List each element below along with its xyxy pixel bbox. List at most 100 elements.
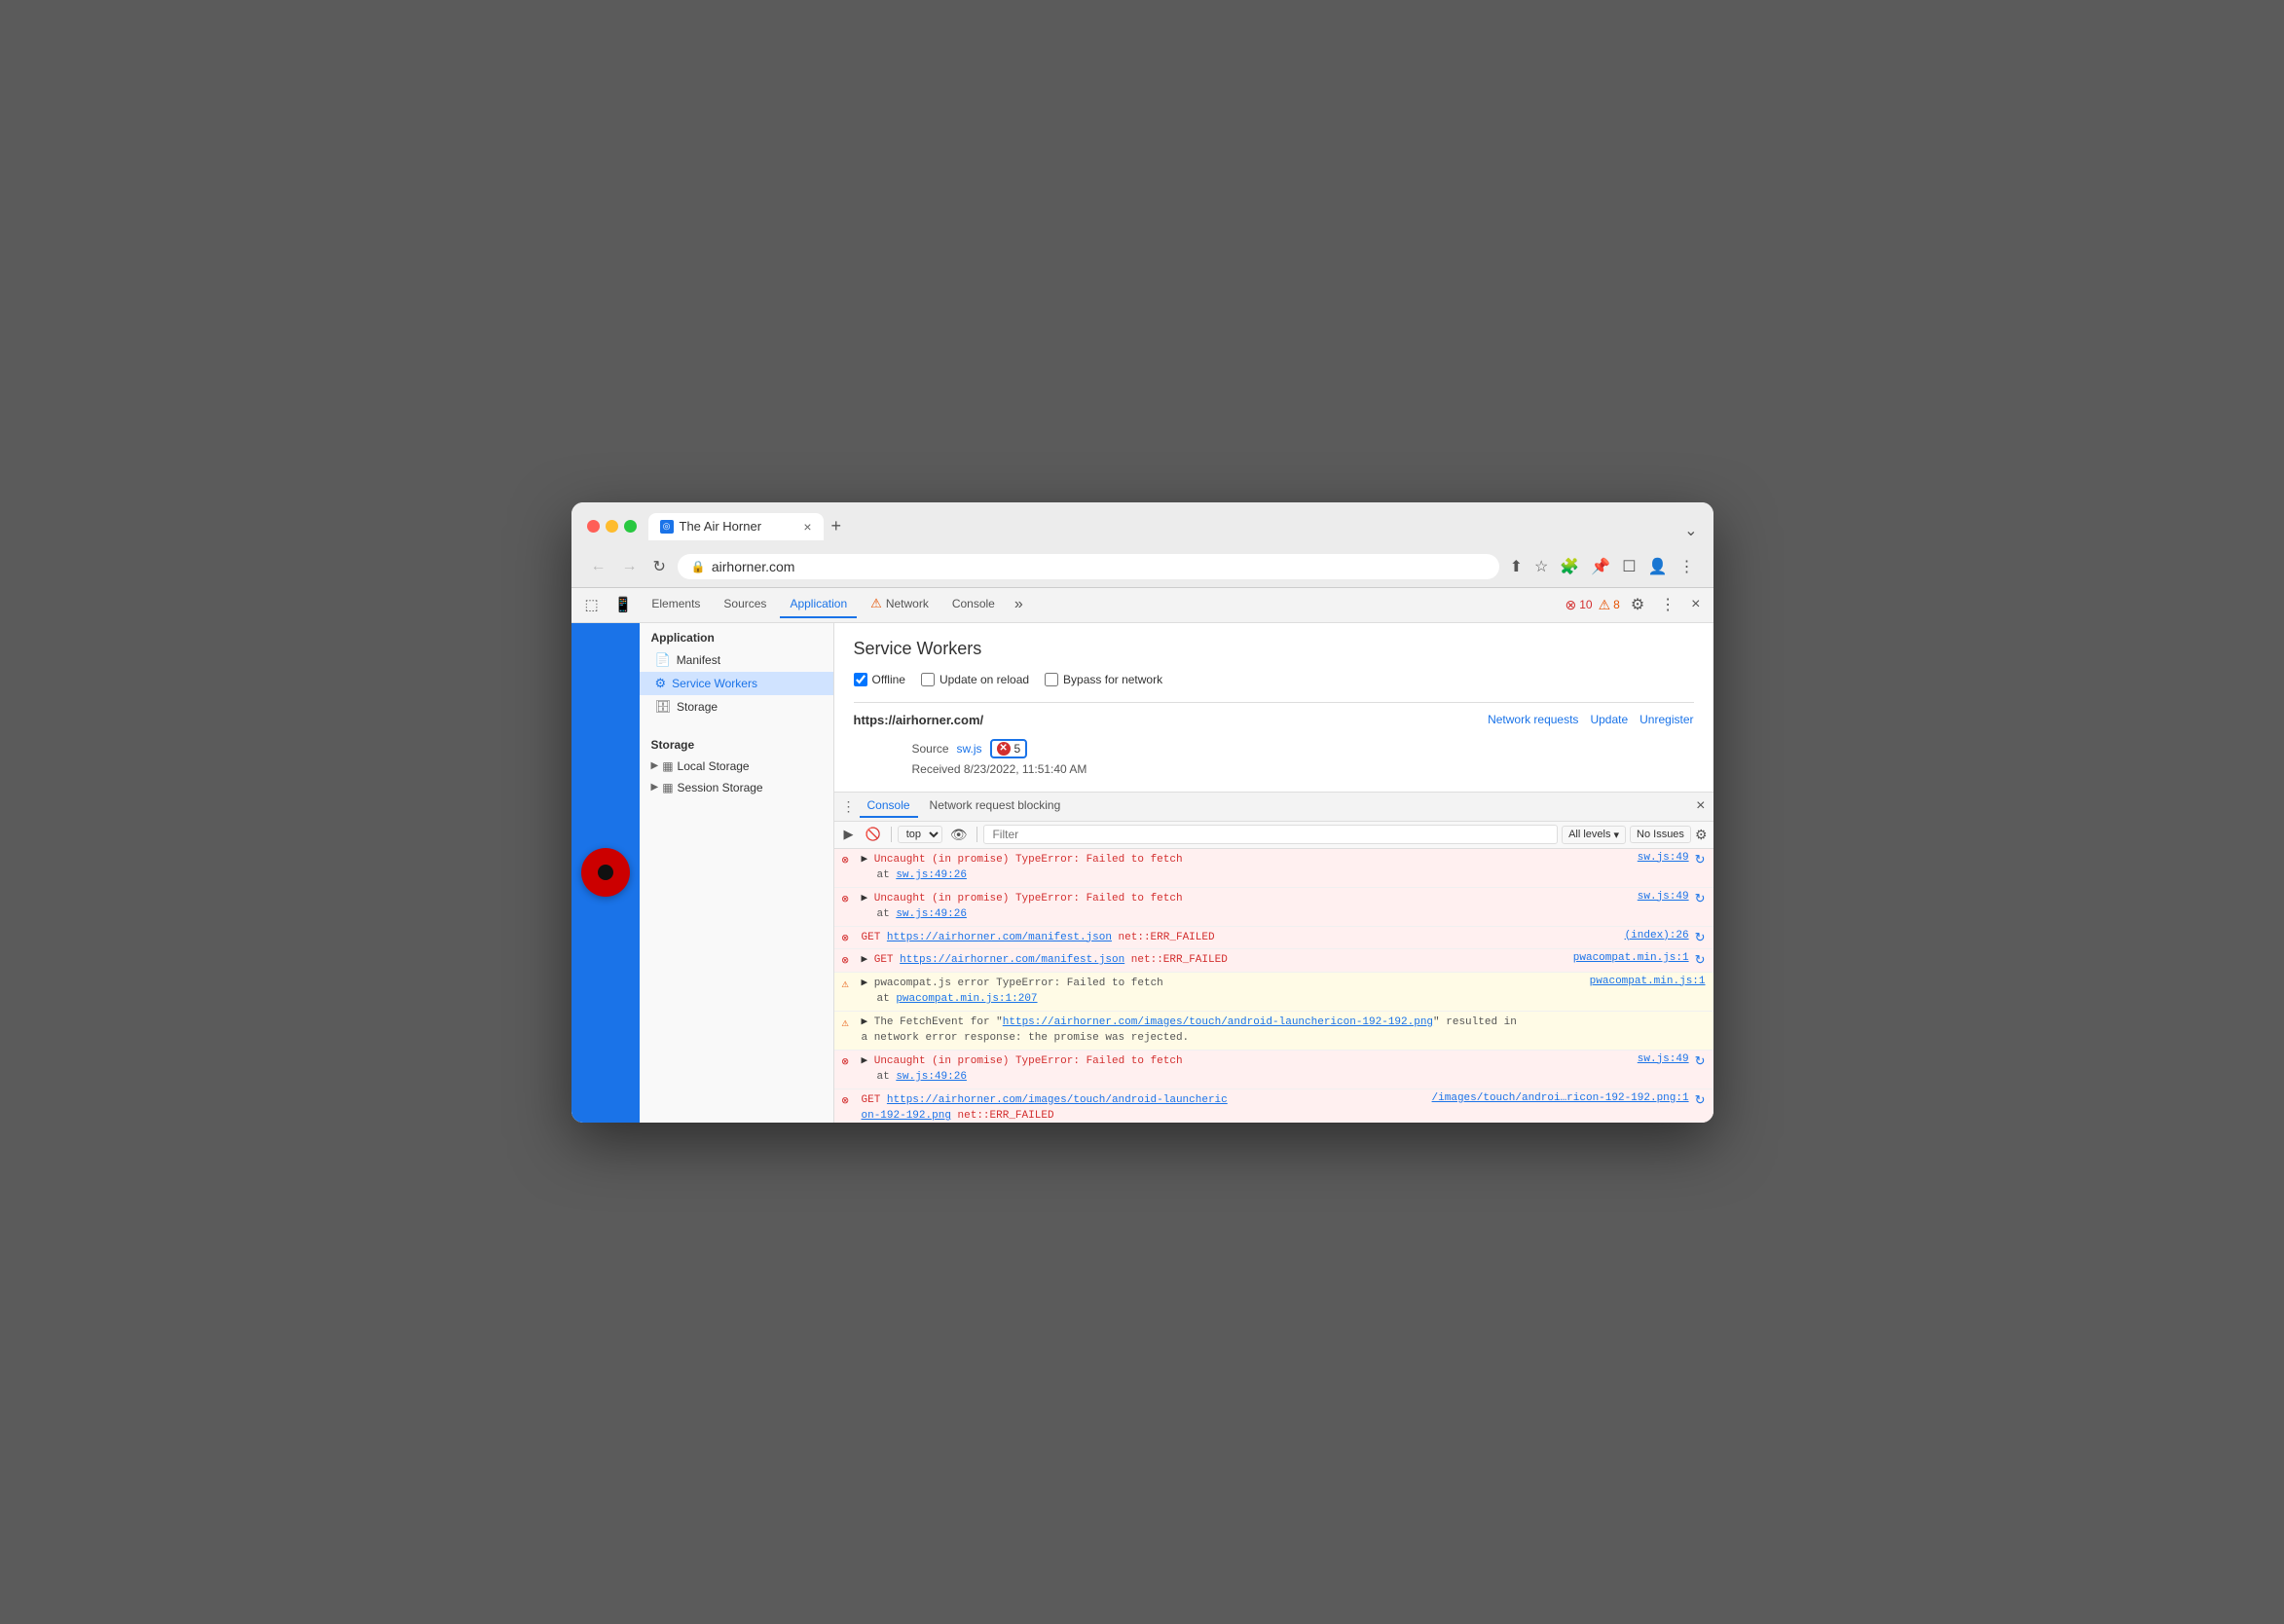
sw-error-badge-box[interactable]: ✕ 5 xyxy=(990,739,1028,758)
sidebar-item-manifest[interactable]: 📄 Manifest xyxy=(640,648,833,672)
browser-action-buttons: ⬆ ☆ 🧩 📌 ☐ 👤 ⋮ xyxy=(1507,554,1698,579)
console-tab-console[interactable]: Console xyxy=(860,794,918,818)
offline-checkbox[interactable] xyxy=(854,673,867,686)
log-source-link[interactable]: (index):26 xyxy=(1625,930,1689,941)
console-tab-network-blocking[interactable]: Network request blocking xyxy=(922,794,1069,818)
devtools-main-area: Application 📄 Manifest ⚙ Service Workers… xyxy=(571,623,1713,1123)
sidebar-item-service-workers[interactable]: ⚙ Service Workers xyxy=(640,672,833,695)
console-clear-button[interactable]: 🚫 xyxy=(862,825,885,844)
browser-tabs-row: ◎ The Air Horner × + ⌄ xyxy=(648,512,1698,540)
log-source-link[interactable]: /images/touch/androi…ricon-192-192.png:1 xyxy=(1432,1092,1689,1104)
manifest-icon: 📄 xyxy=(655,652,671,668)
tab-title: The Air Horner xyxy=(680,519,762,534)
sw-checkboxes: Offline Update on reload Bypass for netw… xyxy=(854,673,1694,686)
session-storage-icon: ▦ xyxy=(662,781,673,794)
update-on-reload-checkbox[interactable] xyxy=(921,673,935,686)
back-button[interactable]: ← xyxy=(587,556,610,577)
log-reload-button[interactable]: ↻ xyxy=(1695,1092,1706,1108)
sw-error-count-icon: ✕ xyxy=(997,742,1011,756)
log-entry: ⊗ ▶ Uncaught (in promise) TypeError: Fai… xyxy=(834,849,1713,888)
log-reload-button[interactable]: ↻ xyxy=(1695,930,1706,945)
source-label: Source xyxy=(912,742,949,756)
minimize-traffic-light[interactable] xyxy=(606,520,618,533)
browser-tab-active[interactable]: ◎ The Air Horner × xyxy=(648,513,824,540)
console-filter-input[interactable] xyxy=(983,825,1558,844)
device-toggle-tool[interactable]: 📱 xyxy=(608,592,639,617)
address-input-bar[interactable]: 🔒 airhorner.com xyxy=(678,554,1499,579)
log-entry: ⚠ ▶ The FetchEvent for "https://airhorne… xyxy=(834,1012,1713,1051)
log-text: GET https://airhorner.com/manifest.json … xyxy=(862,930,1619,946)
tab-console[interactable]: Console xyxy=(942,591,1005,618)
bookmark-button[interactable]: ☆ xyxy=(1531,554,1551,579)
console-play-button[interactable]: ▶ xyxy=(840,825,858,844)
console-bottom-panel: ⋮ Console Network request blocking × ▶ 🚫… xyxy=(834,792,1713,1123)
inspect-element-tool[interactable]: ⬚ xyxy=(579,592,605,617)
tab-close-button[interactable]: × xyxy=(803,519,811,535)
pin-button[interactable]: 📌 xyxy=(1588,554,1613,579)
log-source-link[interactable]: pwacompat.min.js:1 xyxy=(1590,976,1706,987)
maximize-traffic-light[interactable] xyxy=(624,520,637,533)
tab-network[interactable]: ⚠ Network xyxy=(861,590,939,619)
bypass-network-checkbox[interactable] xyxy=(1045,673,1058,686)
log-reload-button[interactable]: ↻ xyxy=(1695,952,1706,968)
sidebar-item-storage[interactable]: 🗄 Storage xyxy=(640,695,833,719)
favicon: ◎ xyxy=(660,520,674,534)
window-mode-button[interactable]: ☐ xyxy=(1619,554,1639,579)
sw-received-time: Received 8/23/2022, 11:51:40 AM xyxy=(912,762,1694,776)
error-icon: ⊗ xyxy=(842,953,856,968)
console-context-select[interactable]: top xyxy=(898,826,942,843)
sw-source-file-link[interactable]: sw.js xyxy=(957,742,982,756)
reload-button[interactable]: ↻ xyxy=(649,555,670,578)
update-on-reload-label: Update on reload xyxy=(939,673,1029,686)
drag-handle-icon: ⋮ xyxy=(842,798,856,815)
share-button[interactable]: ⬆ xyxy=(1507,554,1526,579)
devtools-more-button[interactable]: ⋮ xyxy=(1655,592,1680,617)
tab-elements[interactable]: Elements xyxy=(642,591,710,618)
log-reload-button[interactable]: ↻ xyxy=(1695,852,1706,867)
error-icon: ⊗ xyxy=(842,1093,856,1108)
console-panel-close-button[interactable]: × xyxy=(1696,797,1705,815)
chrome-menu-button[interactable]: ⋮ xyxy=(1676,554,1698,579)
update-link[interactable]: Update xyxy=(1590,713,1628,726)
network-requests-link[interactable]: Network requests xyxy=(1488,713,1578,726)
sw-source-row: Source sw.js ✕ 5 xyxy=(912,739,1694,758)
offline-label: Offline xyxy=(872,673,905,686)
record-button[interactable] xyxy=(581,848,630,897)
log-source-link[interactable]: sw.js:49 xyxy=(1638,1053,1689,1065)
bypass-network-checkbox-label[interactable]: Bypass for network xyxy=(1045,673,1162,686)
no-issues-button[interactable]: No Issues xyxy=(1630,826,1691,843)
extensions-button[interactable]: 🧩 xyxy=(1557,554,1582,579)
storage-icon: 🗄 xyxy=(655,699,672,715)
log-reload-button[interactable]: ↻ xyxy=(1695,1053,1706,1069)
update-on-reload-checkbox-label[interactable]: Update on reload xyxy=(921,673,1029,686)
devtools-panel: ⬚ 📱 Elements Sources Application ⚠ Netwo… xyxy=(571,587,1713,1123)
console-eye-button[interactable]: 👁 xyxy=(946,825,972,845)
log-source-link[interactable]: sw.js:49 xyxy=(1638,891,1689,903)
warning-count-badge: ⚠ 8 xyxy=(1599,597,1620,613)
sidebar-item-local-storage[interactable]: ▶ ▦ Local Storage xyxy=(640,756,833,777)
unregister-link[interactable]: Unregister xyxy=(1639,713,1693,726)
log-entry: ⊗ GET https://airhorner.com/manifest.jso… xyxy=(834,927,1713,950)
title-bar: ◎ The Air Horner × + ⌄ xyxy=(571,502,1713,548)
tab-sources[interactable]: Sources xyxy=(714,591,776,618)
error-icon: ⊗ xyxy=(842,853,856,867)
tab-application[interactable]: Application xyxy=(780,591,857,618)
log-source-link[interactable]: pwacompat.min.js:1 xyxy=(1573,952,1689,964)
new-tab-button[interactable]: + xyxy=(824,512,850,540)
devtools-right-controls: ⊗ 10 ⚠ 8 ⚙ ⋮ × xyxy=(1565,592,1705,617)
forward-button[interactable]: → xyxy=(618,556,642,577)
profile-button[interactable]: 👤 xyxy=(1645,554,1671,579)
more-tabs-button[interactable]: » xyxy=(1009,592,1029,617)
close-traffic-light[interactable] xyxy=(587,520,600,533)
offline-checkbox-label[interactable]: Offline xyxy=(854,673,905,686)
devtools-topbar: ⬚ 📱 Elements Sources Application ⚠ Netwo… xyxy=(571,588,1713,623)
all-levels-button[interactable]: All levels ▾ xyxy=(1562,826,1626,844)
devtools-settings-button[interactable]: ⚙ xyxy=(1626,592,1649,617)
console-settings-button[interactable]: ⚙ xyxy=(1695,827,1708,843)
sidebar-item-session-storage[interactable]: ▶ ▦ Session Storage xyxy=(640,777,833,798)
log-source-link[interactable]: sw.js:49 xyxy=(1638,852,1689,864)
panel-title: Service Workers xyxy=(854,639,1694,659)
log-reload-button[interactable]: ↻ xyxy=(1695,891,1706,906)
tab-overflow-button[interactable]: ⌄ xyxy=(1684,521,1697,540)
devtools-close-button[interactable]: × xyxy=(1686,593,1705,616)
